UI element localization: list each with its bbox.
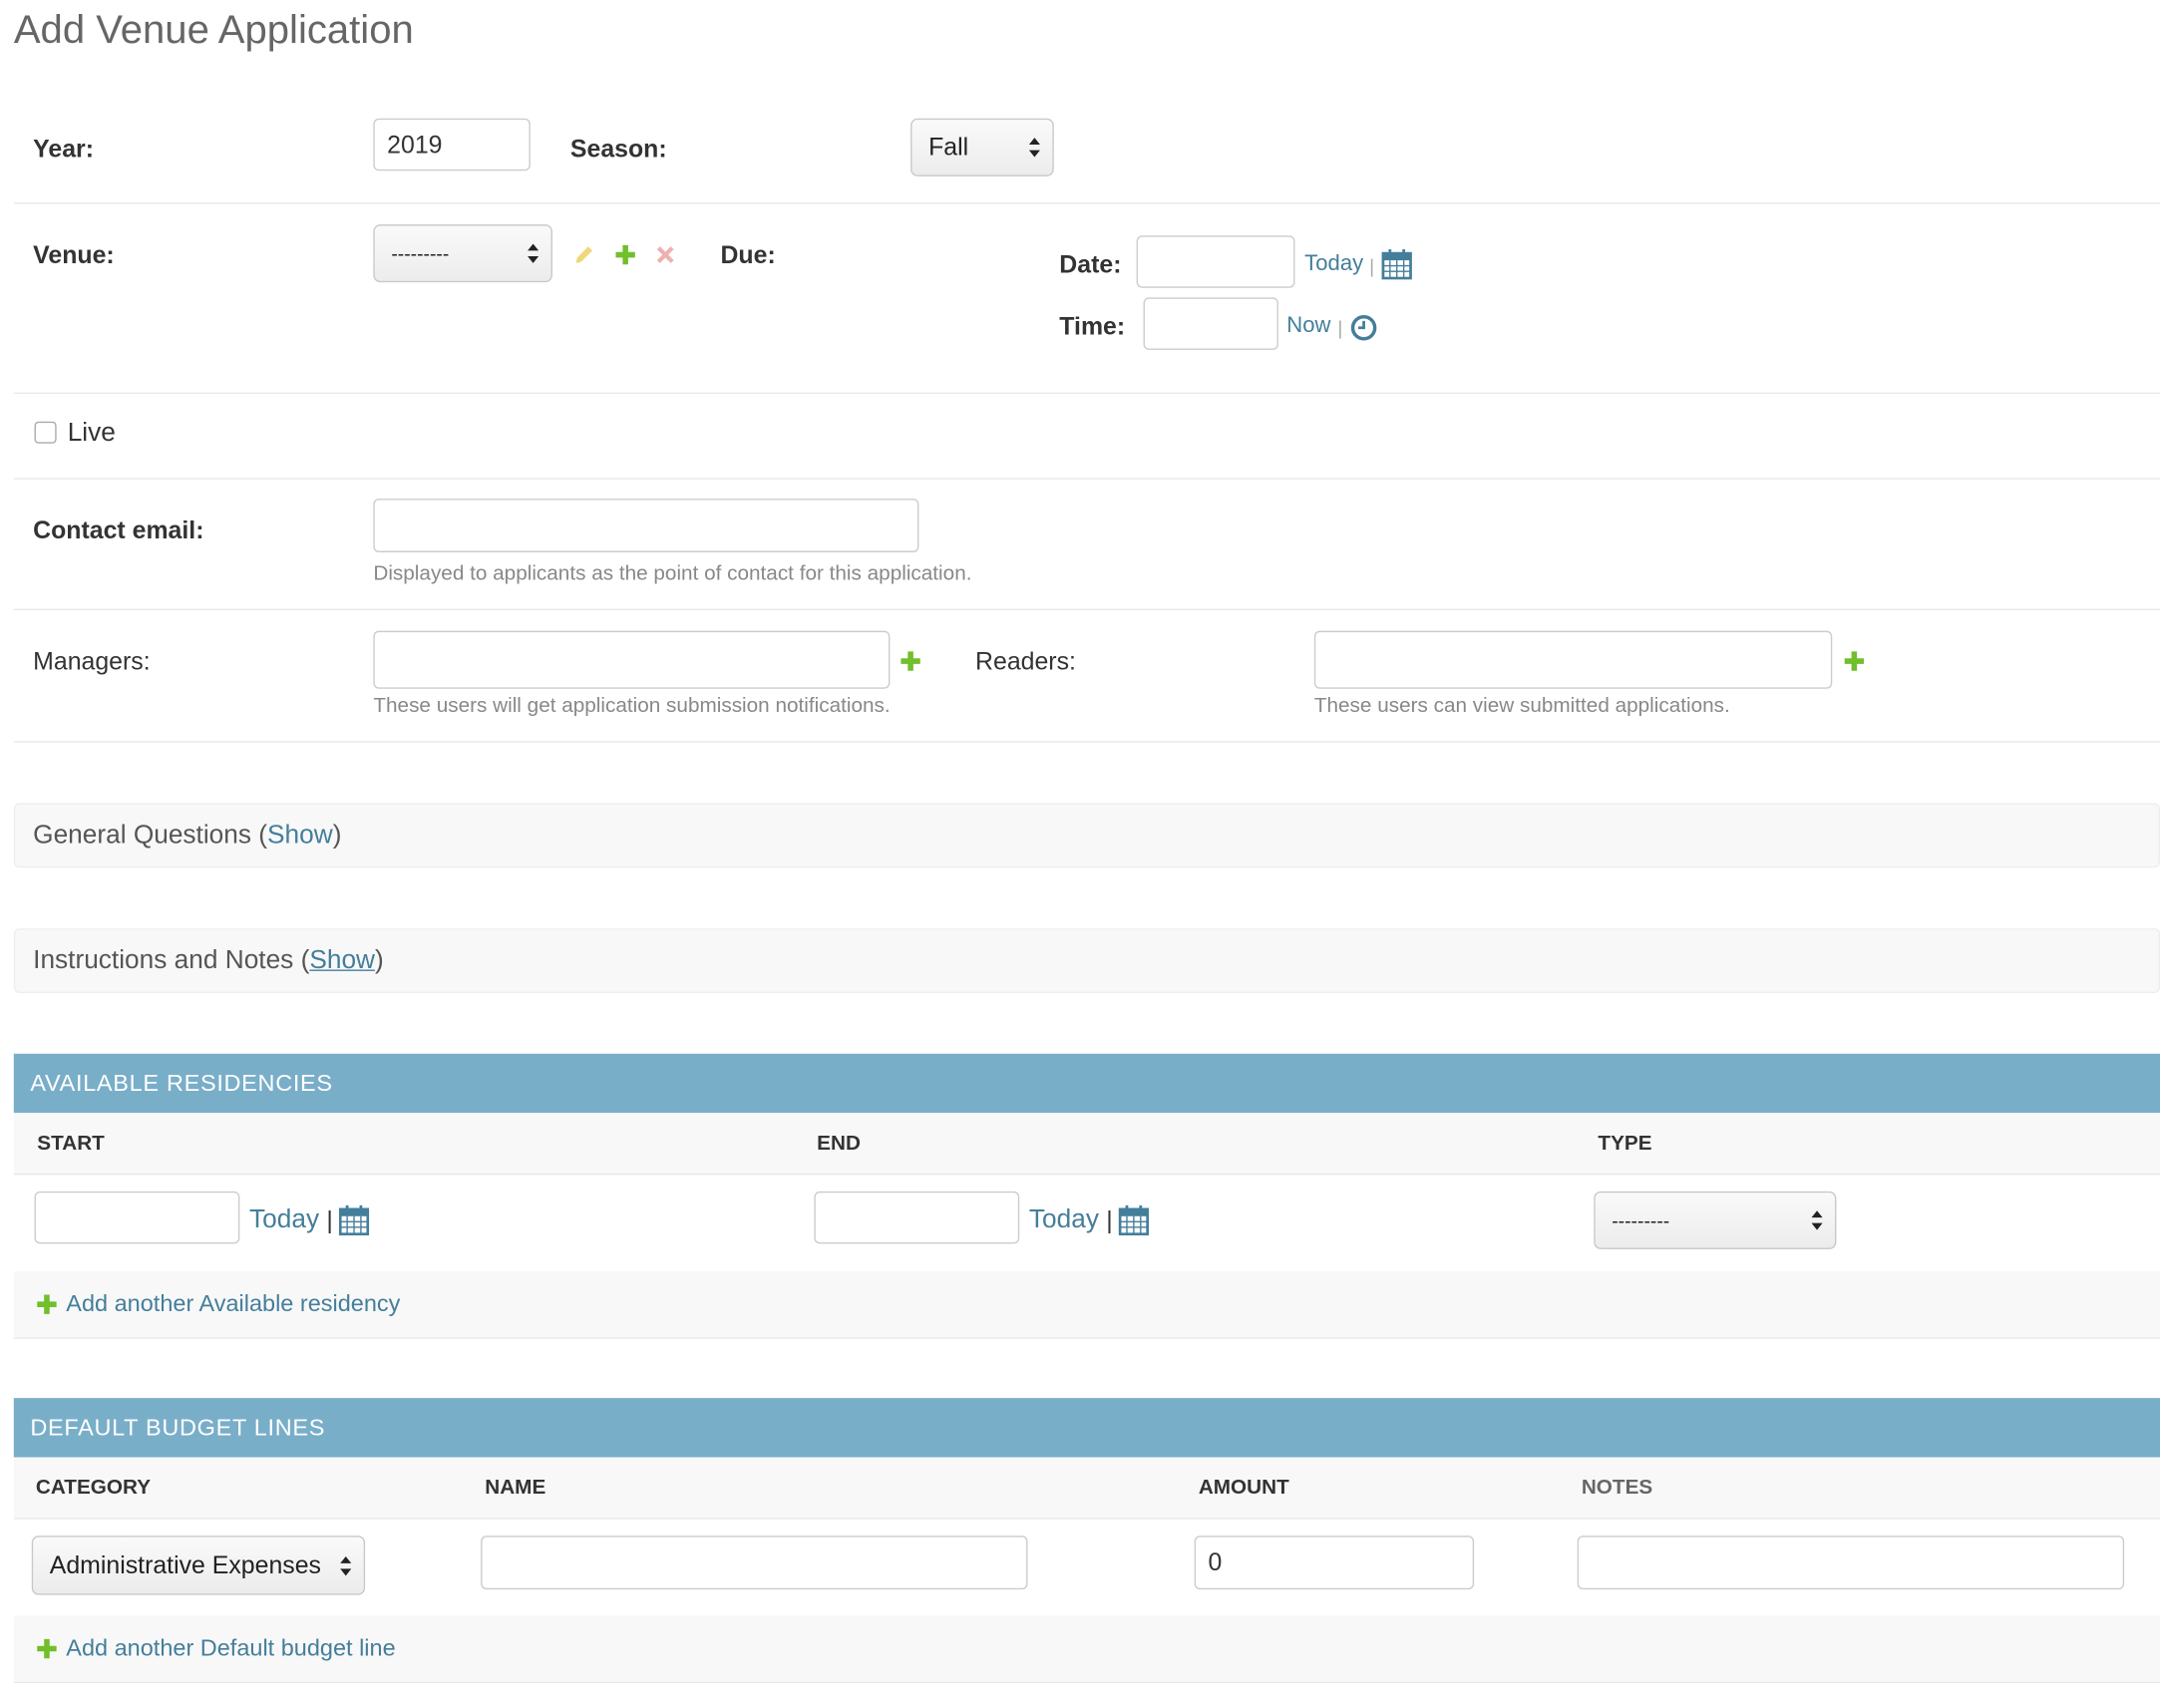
residency-row: Today | Today | --------- [13,1175,2160,1273]
page-title: Add Venue Application [13,8,414,53]
add-budget-line-row[interactable]: Add another Default budget line [13,1615,2160,1684]
clock-icon[interactable] [1350,314,1378,342]
open-paren: ( [258,820,268,850]
open-paren: ( [300,945,310,975]
add-reader-plus-icon[interactable] [1843,650,1865,672]
select-arrows-icon [1811,1210,1823,1230]
residency-end-today-link[interactable]: Today [1029,1205,1099,1235]
general-questions-show-link[interactable]: Show [267,821,333,850]
separator: | [1106,1206,1113,1234]
venue-selected-value: --------- [391,242,450,265]
budget-header: DEFAULT BUDGET LINES [13,1398,2160,1458]
readers-label: Readers: [975,647,1076,675]
due-now-link[interactable]: Now [1286,314,1330,339]
col-amount: AMOUNT [1198,1476,1289,1500]
contact-email-help: Displayed to applicants as the point of … [373,561,972,586]
select-arrows-icon [1028,138,1040,158]
calendar-icon[interactable] [1118,1204,1150,1236]
contact-email-row: Contact email: Displayed to applicants a… [13,478,2160,610]
separator: | [326,1206,333,1234]
residencies-title: AVAILABLE RESIDENCIES [30,1069,333,1096]
col-end: END [817,1131,861,1156]
col-type: TYPE [1598,1131,1652,1156]
budget-name-input[interactable] [481,1536,1028,1590]
budget-amount-input[interactable] [1194,1536,1475,1590]
change-venue-pencil-icon[interactable] [573,244,595,266]
live-row: Live [13,393,2160,480]
residency-end-input[interactable] [814,1191,1020,1244]
season-label: Season: [569,135,667,164]
venue-select[interactable]: --------- [373,224,552,283]
venue-due-row: Venue: --------- Due: Date: Today | Time… [13,202,2160,395]
select-arrows-icon [528,243,540,263]
separator: | [1369,254,1375,277]
close-paren: ) [374,945,384,975]
instructions-notes-show-link[interactable]: Show [309,945,375,974]
add-residency-row[interactable]: Add another Available residency [13,1271,2160,1339]
residency-type-select[interactable]: --------- [1594,1191,1837,1249]
due-time-label: Time: [1059,312,1126,341]
delete-venue-x-icon[interactable] [656,245,675,264]
residency-type-value: --------- [1612,1208,1670,1231]
due-label: Due: [720,240,776,269]
select-arrows-icon [340,1555,352,1575]
due-date-label: Date: [1059,250,1122,279]
close-paren: ) [332,820,342,850]
calendar-icon[interactable] [1381,249,1412,280]
col-start: START [37,1131,105,1156]
add-residency-link[interactable]: Add another Available residency [66,1290,400,1318]
col-category: CATEGORY [35,1476,152,1500]
plus-icon [37,1294,57,1314]
live-checkbox[interactable] [34,421,57,444]
due-date-input[interactable] [1136,235,1295,288]
readers-help: These users can view submitted applicati… [1313,694,1730,718]
budget-category-select[interactable]: Administrative Expenses [31,1536,366,1595]
live-label: Live [67,418,116,448]
year-season-row: Year: Season: Fall [13,86,2160,204]
readers-input[interactable] [1313,630,1833,689]
managers-input[interactable] [373,630,891,689]
general-questions-fieldset: General Questions (Show) [13,803,2160,868]
contact-email-input[interactable] [373,499,919,552]
residency-start-input[interactable] [34,1191,240,1244]
year-label: Year: [33,135,94,164]
budget-notes-input[interactable] [1577,1536,2125,1590]
due-today-link[interactable]: Today [1304,252,1363,277]
managers-help: These users will get application submiss… [373,694,891,718]
budget-category-value: Administrative Expenses [49,1550,321,1579]
season-select[interactable]: Fall [910,118,1054,176]
venue-label: Venue: [33,240,115,269]
residency-start-today-link[interactable]: Today [249,1205,319,1235]
residencies-header: AVAILABLE RESIDENCIES [13,1053,2160,1114]
add-manager-plus-icon[interactable] [900,650,921,672]
calendar-icon[interactable] [338,1204,370,1236]
managers-readers-row: Managers: These users will get applicati… [13,609,2160,743]
year-input[interactable] [373,118,531,171]
col-notes: NOTES [1581,1476,1653,1500]
season-selected-value: Fall [928,133,969,161]
instructions-notes-fieldset: Instructions and Notes (Show) [13,928,2160,993]
fieldset-title: Instructions and Notes [33,945,294,975]
page: Add Venue Application Year: Season: Fall… [0,0,2160,1708]
budget-column-headers: CATEGORY NAME AMOUNT NOTES [13,1457,2160,1520]
budget-title: DEFAULT BUDGET LINES [30,1414,326,1441]
due-time-input[interactable] [1143,297,1278,350]
fieldset-title: General Questions [33,820,251,850]
add-budget-line-link[interactable]: Add another Default budget line [66,1635,395,1663]
separator: | [1337,316,1343,339]
residencies-column-headers: START END TYPE [13,1113,2160,1176]
add-venue-plus-icon[interactable] [614,244,636,266]
budget-line-row: Administrative Expenses [13,1520,2160,1617]
contact-email-label: Contact email: [33,516,204,544]
plus-icon [37,1638,57,1659]
managers-label: Managers: [33,647,151,675]
col-name: NAME [485,1476,546,1500]
